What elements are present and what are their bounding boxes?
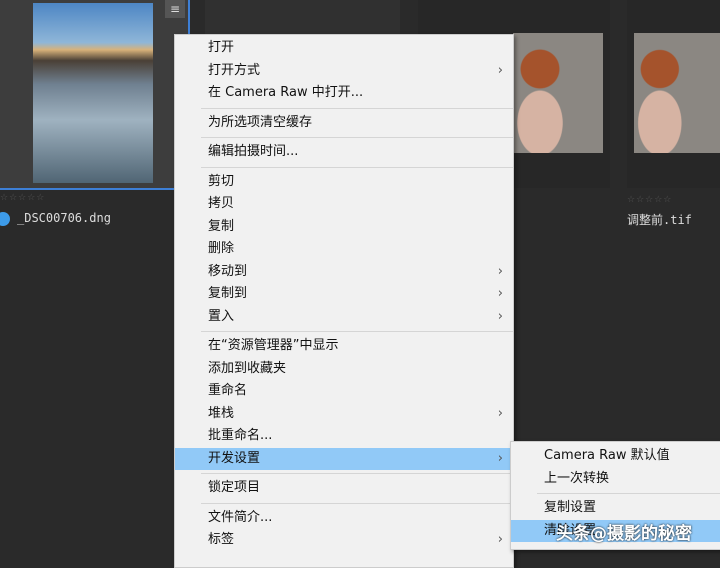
chevron-right-icon: › (497, 263, 503, 279)
menu-item[interactable]: 在“资源管理器”中显示 (175, 335, 513, 358)
menu-item[interactable]: 重命名 (175, 380, 513, 403)
menu-item[interactable]: 添加到收藏夹 (175, 358, 513, 381)
menu-item[interactable]: 在 Camera Raw 中打开... (175, 82, 513, 105)
menu-item[interactable]: 打开 (175, 37, 513, 60)
chevron-right-icon: › (497, 450, 503, 466)
context-menu: 打开打开方式 › 在 Camera Raw 中打开... 为所选项清空缓存 编辑拍摄时间… (174, 34, 514, 568)
menu-item-label: 添加到收藏夹 (208, 360, 287, 376)
menu-item-label: 打开方式 (208, 62, 261, 78)
menu-item[interactable]: Camera Raw 默认值 (511, 445, 720, 468)
menu-item-label: 上一次转换 (544, 470, 610, 486)
menu-item-label: 剪切 (208, 173, 235, 189)
thumbnail-cell-1[interactable]: ≡ (0, 0, 190, 190)
menu-item-label: 打开 (208, 40, 235, 55)
label-color-dot (0, 212, 10, 226)
menu-item-label: 批重命名... (208, 428, 273, 443)
menu-item[interactable]: 为所选项清空缓存 (175, 112, 513, 135)
menu-separator (201, 107, 513, 109)
menu-item[interactable]: 复制设置 (511, 497, 720, 520)
chevron-right-icon: › (497, 405, 503, 421)
menu-item-label: 删除 (208, 241, 235, 256)
menu-item-label: 为所选项清空缓存 (208, 114, 313, 130)
menu-item[interactable]: 批重命名... (175, 425, 513, 448)
chevron-right-icon: › (497, 286, 503, 301)
menu-separator (201, 502, 513, 504)
menu-item[interactable]: 打开方式 › (175, 60, 513, 83)
menu-item[interactable]: 拷贝 (175, 193, 513, 216)
menu-item-label: 开发设置 (208, 450, 261, 466)
menu-item-label: 在 Camera Raw 中打开... (208, 85, 364, 100)
filename: _DSC00706.dng (17, 211, 111, 225)
menu-item-label: 编辑拍摄时间... (208, 144, 299, 159)
menu-item[interactable]: 标签 › (175, 529, 513, 552)
menu-item-label: Camera Raw 默认值 (544, 448, 670, 463)
thumbnail-image[interactable] (33, 3, 153, 183)
menu-item-label: 锁定项目 (208, 480, 261, 495)
menu-item-label: 标签 (208, 532, 235, 547)
menu-item[interactable]: 开发设置 › (175, 447, 513, 470)
menu-item-label: 复制设置 (544, 500, 597, 515)
menu-separator (201, 166, 513, 168)
menu-item[interactable]: 复制 (175, 216, 513, 239)
thumbnail-image[interactable] (634, 33, 720, 153)
menu-item[interactable]: 锁定项目 (175, 477, 513, 500)
watermark: 头条@摄影的秘密 (556, 524, 692, 544)
menu-separator (201, 137, 513, 138)
menu-item-label: 重命名 (208, 383, 248, 398)
sliders-icon[interactable]: ≡ (165, 0, 185, 18)
menu-separator (537, 493, 720, 494)
menu-item-label: 文件简介... (208, 509, 273, 525)
menu-item[interactable]: 移动到 › (175, 261, 513, 284)
menu-item[interactable]: 文件简介... (175, 507, 513, 530)
thumbnail-image[interactable] (513, 33, 603, 153)
rating-stars[interactable]: ☆☆☆☆☆ (627, 195, 672, 205)
menu-item[interactable]: 上一次转换 (511, 468, 720, 491)
menu-item[interactable]: 删除 (175, 238, 513, 261)
menu-item-label: 拷贝 (208, 196, 235, 211)
menu-item[interactable]: 剪切 (175, 171, 513, 194)
menu-item-label: 移动到 (208, 263, 248, 279)
menu-item-label: 在“资源管理器”中显示 (208, 338, 339, 353)
menu-separator (201, 473, 513, 474)
menu-item-label: 复制到 (208, 286, 248, 301)
menu-item[interactable]: 置入 › (175, 306, 513, 329)
chevron-right-icon: › (497, 532, 503, 547)
filename: 调整前.tif (627, 213, 692, 227)
menu-item-label: 复制 (208, 218, 235, 234)
chevron-right-icon: › (497, 308, 503, 324)
rating-stars[interactable]: ☆☆☆☆☆ (0, 193, 45, 203)
thumbnail-cell-4[interactable] (627, 0, 720, 188)
menu-item-label: 堆栈 (208, 405, 235, 421)
menu-separator (201, 331, 513, 332)
menu-item[interactable]: 编辑拍摄时间... (175, 141, 513, 164)
menu-item[interactable]: 堆栈 › (175, 403, 513, 426)
menu-item-label: 置入 (208, 308, 235, 324)
menu-item[interactable]: 复制到 › (175, 283, 513, 306)
chevron-right-icon: › (497, 62, 503, 78)
